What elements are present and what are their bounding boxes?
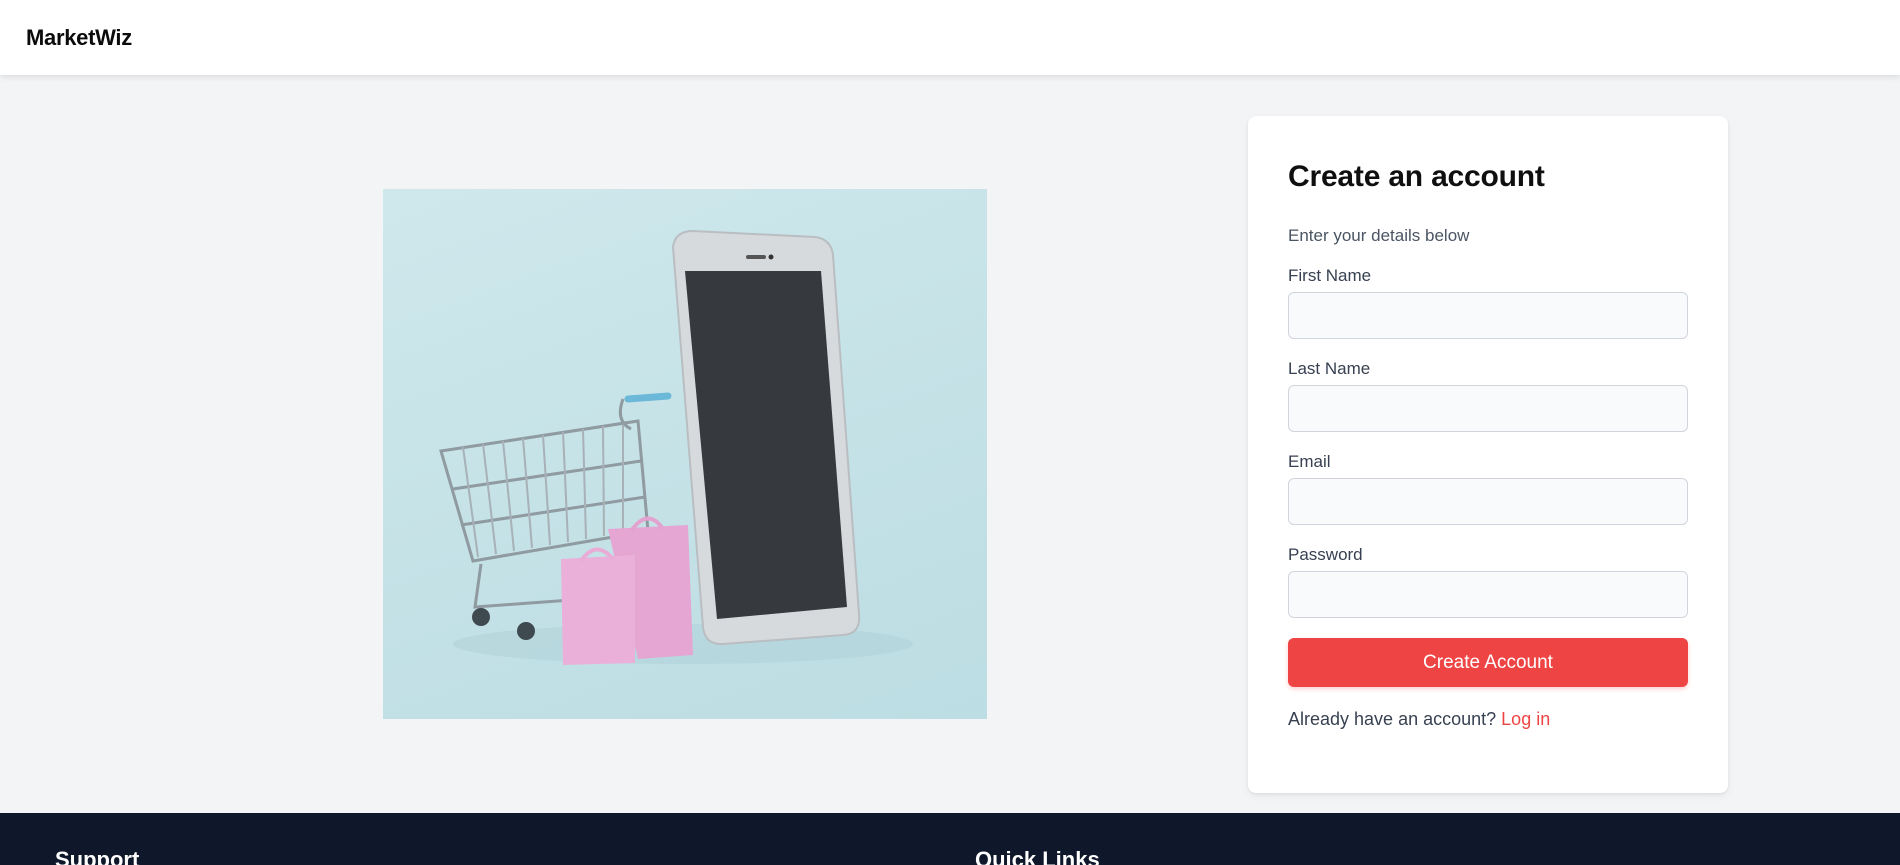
form-title: Create an account (1288, 160, 1545, 193)
signup-card: Create an account Enter your details bel… (1248, 116, 1728, 793)
top-navbar: MarketWiz (0, 0, 1900, 75)
password-input[interactable] (1288, 571, 1688, 618)
footer: Support Quick Links (0, 813, 1900, 865)
first-name-input[interactable] (1288, 292, 1688, 339)
hero-image (383, 189, 987, 719)
last-name-field: Last Name (1288, 359, 1688, 432)
login-prompt-text: Already have an account? (1288, 709, 1497, 729)
email-label: Email (1288, 452, 1331, 471)
login-link[interactable]: Log in (1501, 709, 1550, 729)
password-field: Password (1288, 545, 1688, 618)
create-account-button[interactable]: Create Account (1288, 638, 1688, 687)
footer-heading-quick-links: Quick Links (975, 847, 1100, 865)
shopping-cart-phone-illustration (439, 229, 913, 665)
first-name-label: First Name (1288, 266, 1372, 285)
password-label: Password (1288, 545, 1363, 564)
last-name-label: Last Name (1288, 359, 1371, 378)
email-field: Email (1288, 452, 1688, 525)
first-name-field: First Name (1288, 266, 1688, 339)
footer-heading-support: Support (55, 847, 140, 865)
form-subtitle: Enter your details below (1288, 226, 1470, 245)
login-prompt-line: Already have an account? Log in (1288, 709, 1688, 730)
email-input[interactable] (1288, 478, 1688, 525)
brand-logo[interactable]: MarketWiz (26, 25, 132, 51)
last-name-input[interactable] (1288, 385, 1688, 432)
